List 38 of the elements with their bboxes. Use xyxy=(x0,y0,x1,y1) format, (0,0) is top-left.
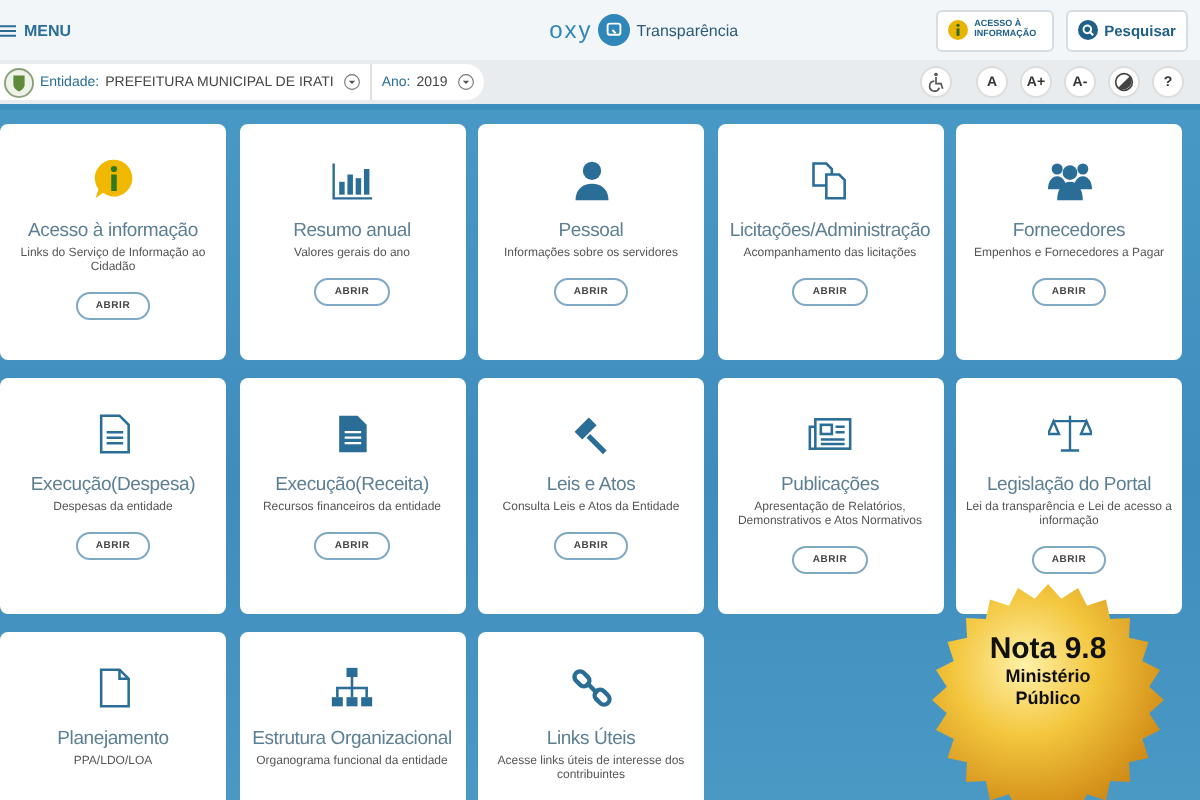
contrast-icon xyxy=(1114,72,1134,92)
module-icon xyxy=(330,666,374,710)
card-title: Resumo anual xyxy=(293,220,411,242)
card-title: Publicações xyxy=(780,474,880,496)
seal-text: Ministério xyxy=(1005,666,1091,688)
logo-icon xyxy=(598,14,631,46)
card-title: Licitações/Administração xyxy=(729,220,931,242)
module-icon xyxy=(1047,412,1091,456)
module-icon xyxy=(808,158,852,202)
card-title: Links Úteis xyxy=(546,728,636,750)
module-icon xyxy=(569,412,613,456)
module-icon xyxy=(330,158,374,202)
logo-text: oxy xyxy=(549,16,593,44)
accessibility-button[interactable] xyxy=(920,66,952,98)
module-icon xyxy=(569,666,613,710)
module-icon xyxy=(91,158,135,202)
menu-button[interactable]: MENU xyxy=(0,21,72,39)
caret-icon xyxy=(457,74,474,90)
card-title: Execução(Despesa) xyxy=(30,474,196,496)
card-title: Leis e Atos xyxy=(546,474,636,496)
search-icon xyxy=(1078,20,1099,40)
info-icon xyxy=(948,20,969,40)
card-title: Legislação do Portal xyxy=(986,474,1152,496)
caret-icon xyxy=(343,74,360,90)
menu-icon xyxy=(0,23,16,37)
card-title: Execução(Receita) xyxy=(275,474,429,496)
wheelchair-icon xyxy=(926,72,946,92)
seal-text: Público xyxy=(1015,687,1081,710)
card-title: Estrutura Organizacional xyxy=(252,728,452,750)
card-title: Planejamento xyxy=(57,728,169,750)
card-title: Acesso à informação xyxy=(28,220,198,242)
card-title: Fornecedores xyxy=(1012,220,1126,242)
contrast-button[interactable] xyxy=(1108,66,1140,98)
module-icon xyxy=(808,412,852,456)
seal-text: Nota 9.8 xyxy=(989,632,1107,666)
product-name: Transparência xyxy=(636,21,739,39)
module-icon xyxy=(1047,158,1091,202)
card-title: Pessoal xyxy=(558,220,624,242)
